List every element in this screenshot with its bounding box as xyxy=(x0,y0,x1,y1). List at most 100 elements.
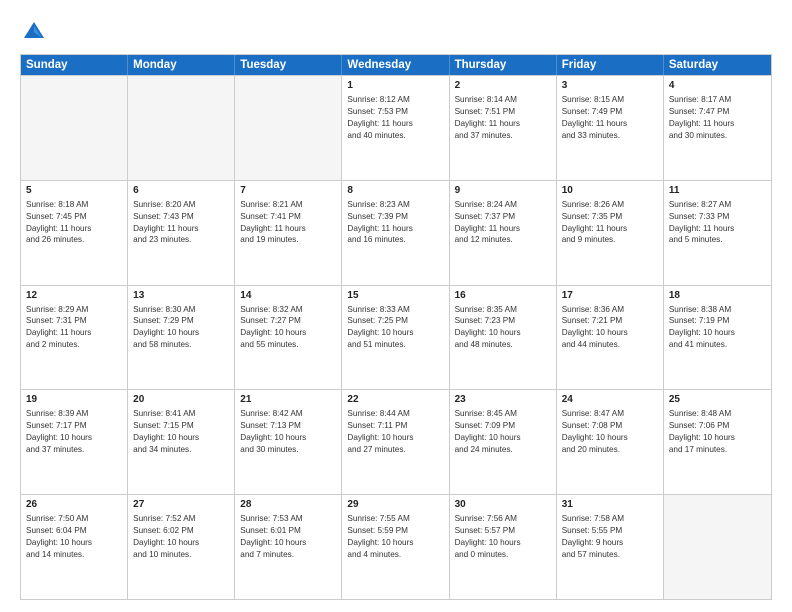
calendar-cell: 9Sunrise: 8:24 AM Sunset: 7:37 PM Daylig… xyxy=(450,181,557,285)
cell-info: Sunrise: 8:29 AM Sunset: 7:31 PM Dayligh… xyxy=(26,304,122,352)
day-number: 1 xyxy=(347,79,443,93)
calendar-cell: 5Sunrise: 8:18 AM Sunset: 7:45 PM Daylig… xyxy=(21,181,128,285)
calendar-cell xyxy=(21,76,128,180)
cell-info: Sunrise: 7:56 AM Sunset: 5:57 PM Dayligh… xyxy=(455,513,551,561)
cell-info: Sunrise: 8:12 AM Sunset: 7:53 PM Dayligh… xyxy=(347,94,443,142)
cell-info: Sunrise: 8:27 AM Sunset: 7:33 PM Dayligh… xyxy=(669,199,766,247)
day-number: 20 xyxy=(133,393,229,407)
day-number: 24 xyxy=(562,393,658,407)
day-number: 3 xyxy=(562,79,658,93)
day-number: 11 xyxy=(669,184,766,198)
calendar-cell: 18Sunrise: 8:38 AM Sunset: 7:19 PM Dayli… xyxy=(664,286,771,390)
calendar-cell: 17Sunrise: 8:36 AM Sunset: 7:21 PM Dayli… xyxy=(557,286,664,390)
day-number: 7 xyxy=(240,184,336,198)
calendar-cell: 27Sunrise: 7:52 AM Sunset: 6:02 PM Dayli… xyxy=(128,495,235,599)
calendar-cell: 26Sunrise: 7:50 AM Sunset: 6:04 PM Dayli… xyxy=(21,495,128,599)
calendar-cell: 14Sunrise: 8:32 AM Sunset: 7:27 PM Dayli… xyxy=(235,286,342,390)
cell-info: Sunrise: 8:15 AM Sunset: 7:49 PM Dayligh… xyxy=(562,94,658,142)
calendar-row-3: 12Sunrise: 8:29 AM Sunset: 7:31 PM Dayli… xyxy=(21,285,771,390)
calendar-cell: 6Sunrise: 8:20 AM Sunset: 7:43 PM Daylig… xyxy=(128,181,235,285)
calendar-cell xyxy=(664,495,771,599)
calendar-cell: 10Sunrise: 8:26 AM Sunset: 7:35 PM Dayli… xyxy=(557,181,664,285)
calendar-row-4: 19Sunrise: 8:39 AM Sunset: 7:17 PM Dayli… xyxy=(21,389,771,494)
cell-info: Sunrise: 8:36 AM Sunset: 7:21 PM Dayligh… xyxy=(562,304,658,352)
calendar-cell: 20Sunrise: 8:41 AM Sunset: 7:15 PM Dayli… xyxy=(128,390,235,494)
calendar-cell: 19Sunrise: 8:39 AM Sunset: 7:17 PM Dayli… xyxy=(21,390,128,494)
cell-info: Sunrise: 8:26 AM Sunset: 7:35 PM Dayligh… xyxy=(562,199,658,247)
header-day-tuesday: Tuesday xyxy=(235,55,342,75)
cell-info: Sunrise: 8:21 AM Sunset: 7:41 PM Dayligh… xyxy=(240,199,336,247)
day-number: 16 xyxy=(455,289,551,303)
calendar-cell: 16Sunrise: 8:35 AM Sunset: 7:23 PM Dayli… xyxy=(450,286,557,390)
cell-info: Sunrise: 7:50 AM Sunset: 6:04 PM Dayligh… xyxy=(26,513,122,561)
cell-info: Sunrise: 8:32 AM Sunset: 7:27 PM Dayligh… xyxy=(240,304,336,352)
day-number: 2 xyxy=(455,79,551,93)
day-number: 19 xyxy=(26,393,122,407)
calendar-cell: 28Sunrise: 7:53 AM Sunset: 6:01 PM Dayli… xyxy=(235,495,342,599)
header-day-saturday: Saturday xyxy=(664,55,771,75)
cell-info: Sunrise: 8:14 AM Sunset: 7:51 PM Dayligh… xyxy=(455,94,551,142)
calendar-cell: 15Sunrise: 8:33 AM Sunset: 7:25 PM Dayli… xyxy=(342,286,449,390)
header-day-sunday: Sunday xyxy=(21,55,128,75)
calendar: SundayMondayTuesdayWednesdayThursdayFrid… xyxy=(20,54,772,600)
cell-info: Sunrise: 8:17 AM Sunset: 7:47 PM Dayligh… xyxy=(669,94,766,142)
header xyxy=(20,18,772,46)
cell-info: Sunrise: 8:39 AM Sunset: 7:17 PM Dayligh… xyxy=(26,408,122,456)
header-day-thursday: Thursday xyxy=(450,55,557,75)
calendar-cell: 1Sunrise: 8:12 AM Sunset: 7:53 PM Daylig… xyxy=(342,76,449,180)
day-number: 9 xyxy=(455,184,551,198)
calendar-cell: 13Sunrise: 8:30 AM Sunset: 7:29 PM Dayli… xyxy=(128,286,235,390)
calendar-cell: 24Sunrise: 8:47 AM Sunset: 7:08 PM Dayli… xyxy=(557,390,664,494)
day-number: 26 xyxy=(26,498,122,512)
cell-info: Sunrise: 8:47 AM Sunset: 7:08 PM Dayligh… xyxy=(562,408,658,456)
day-number: 8 xyxy=(347,184,443,198)
calendar-cell xyxy=(128,76,235,180)
day-number: 27 xyxy=(133,498,229,512)
calendar-cell: 31Sunrise: 7:58 AM Sunset: 5:55 PM Dayli… xyxy=(557,495,664,599)
day-number: 23 xyxy=(455,393,551,407)
day-number: 30 xyxy=(455,498,551,512)
header-day-wednesday: Wednesday xyxy=(342,55,449,75)
calendar-cell: 7Sunrise: 8:21 AM Sunset: 7:41 PM Daylig… xyxy=(235,181,342,285)
cell-info: Sunrise: 7:52 AM Sunset: 6:02 PM Dayligh… xyxy=(133,513,229,561)
logo-icon xyxy=(20,18,48,46)
day-number: 13 xyxy=(133,289,229,303)
calendar-cell: 3Sunrise: 8:15 AM Sunset: 7:49 PM Daylig… xyxy=(557,76,664,180)
cell-info: Sunrise: 8:45 AM Sunset: 7:09 PM Dayligh… xyxy=(455,408,551,456)
day-number: 12 xyxy=(26,289,122,303)
day-number: 21 xyxy=(240,393,336,407)
calendar-cell: 22Sunrise: 8:44 AM Sunset: 7:11 PM Dayli… xyxy=(342,390,449,494)
day-number: 31 xyxy=(562,498,658,512)
calendar-cell: 8Sunrise: 8:23 AM Sunset: 7:39 PM Daylig… xyxy=(342,181,449,285)
cell-info: Sunrise: 8:33 AM Sunset: 7:25 PM Dayligh… xyxy=(347,304,443,352)
day-number: 6 xyxy=(133,184,229,198)
calendar-cell: 23Sunrise: 8:45 AM Sunset: 7:09 PM Dayli… xyxy=(450,390,557,494)
header-day-friday: Friday xyxy=(557,55,664,75)
calendar-row-2: 5Sunrise: 8:18 AM Sunset: 7:45 PM Daylig… xyxy=(21,180,771,285)
day-number: 4 xyxy=(669,79,766,93)
cell-info: Sunrise: 8:38 AM Sunset: 7:19 PM Dayligh… xyxy=(669,304,766,352)
day-number: 14 xyxy=(240,289,336,303)
cell-info: Sunrise: 8:48 AM Sunset: 7:06 PM Dayligh… xyxy=(669,408,766,456)
calendar-cell: 29Sunrise: 7:55 AM Sunset: 5:59 PM Dayli… xyxy=(342,495,449,599)
day-number: 5 xyxy=(26,184,122,198)
cell-info: Sunrise: 7:53 AM Sunset: 6:01 PM Dayligh… xyxy=(240,513,336,561)
cell-info: Sunrise: 8:41 AM Sunset: 7:15 PM Dayligh… xyxy=(133,408,229,456)
header-day-monday: Monday xyxy=(128,55,235,75)
calendar-body: 1Sunrise: 8:12 AM Sunset: 7:53 PM Daylig… xyxy=(21,75,771,599)
cell-info: Sunrise: 8:24 AM Sunset: 7:37 PM Dayligh… xyxy=(455,199,551,247)
day-number: 25 xyxy=(669,393,766,407)
calendar-cell: 25Sunrise: 8:48 AM Sunset: 7:06 PM Dayli… xyxy=(664,390,771,494)
calendar-row-1: 1Sunrise: 8:12 AM Sunset: 7:53 PM Daylig… xyxy=(21,75,771,180)
day-number: 28 xyxy=(240,498,336,512)
day-number: 18 xyxy=(669,289,766,303)
calendar-cell: 4Sunrise: 8:17 AM Sunset: 7:47 PM Daylig… xyxy=(664,76,771,180)
calendar-cell: 12Sunrise: 8:29 AM Sunset: 7:31 PM Dayli… xyxy=(21,286,128,390)
calendar-cell: 30Sunrise: 7:56 AM Sunset: 5:57 PM Dayli… xyxy=(450,495,557,599)
calendar-cell: 2Sunrise: 8:14 AM Sunset: 7:51 PM Daylig… xyxy=(450,76,557,180)
cell-info: Sunrise: 7:58 AM Sunset: 5:55 PM Dayligh… xyxy=(562,513,658,561)
calendar-header: SundayMondayTuesdayWednesdayThursdayFrid… xyxy=(21,55,771,75)
page: SundayMondayTuesdayWednesdayThursdayFrid… xyxy=(0,0,792,612)
logo xyxy=(20,18,52,46)
cell-info: Sunrise: 7:55 AM Sunset: 5:59 PM Dayligh… xyxy=(347,513,443,561)
